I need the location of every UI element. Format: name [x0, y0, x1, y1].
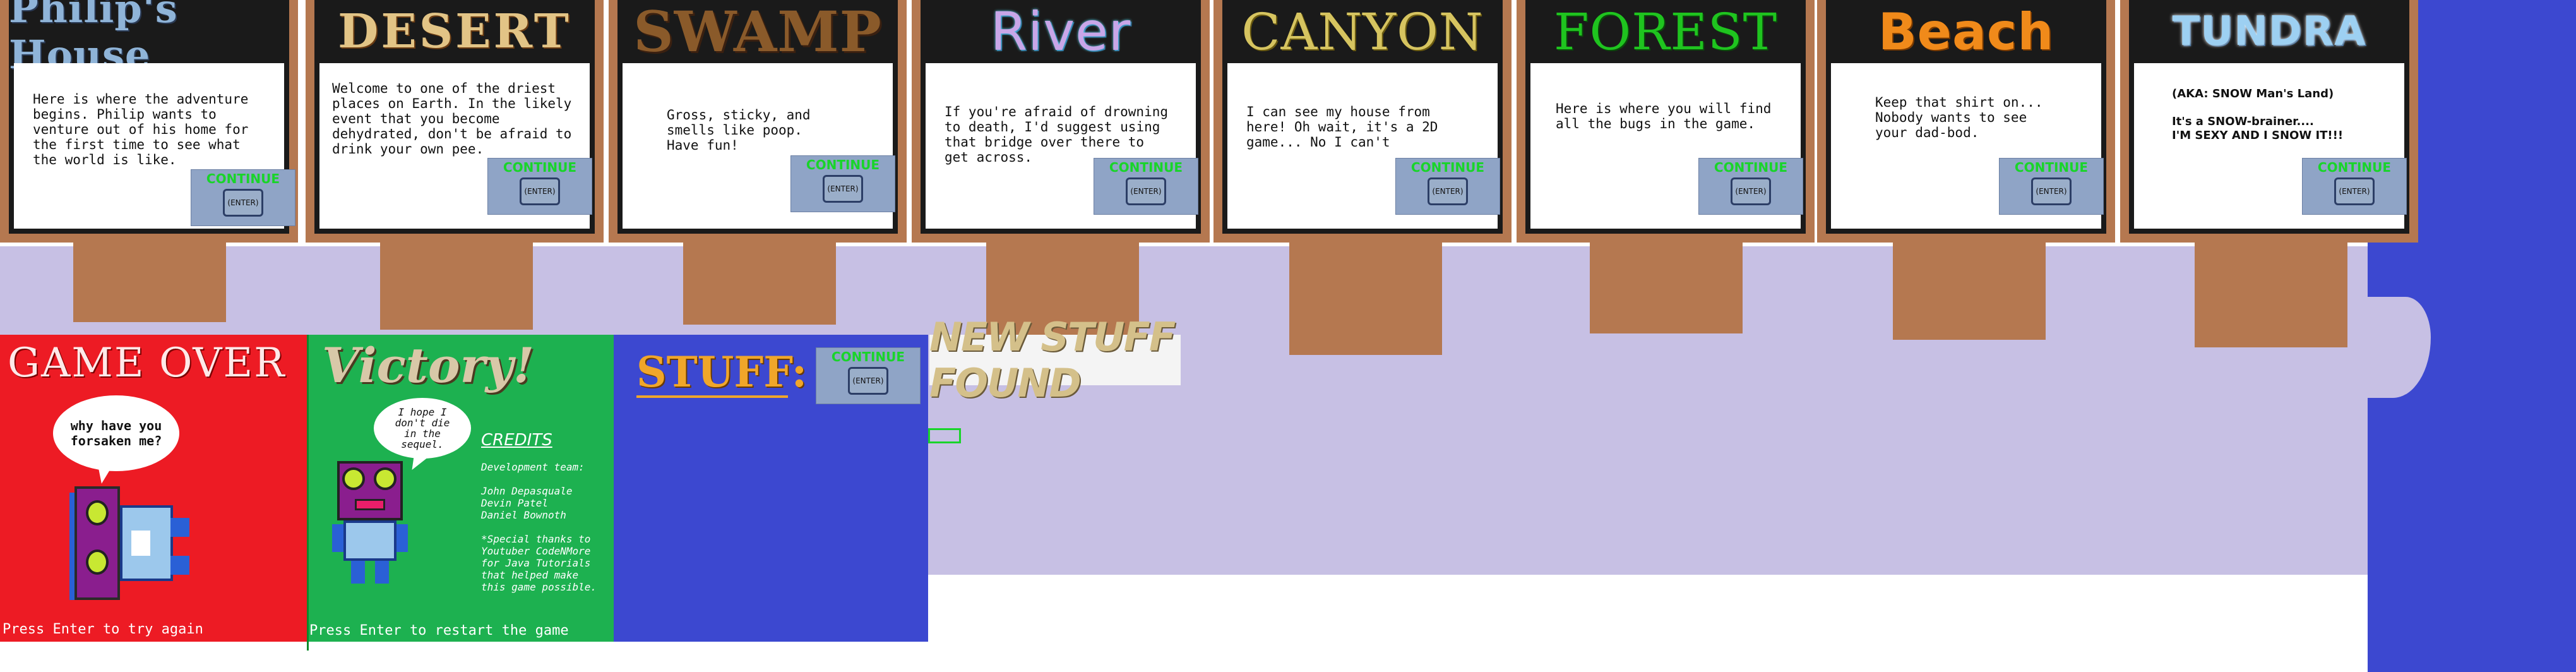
sign-title: FOREST — [1554, 2, 1777, 61]
sign-title: TUNDRA — [2172, 8, 2366, 55]
sign-description: Gross, sticky, and smells like poop. Hav… — [667, 107, 811, 153]
continue-label: CONTINUE — [2317, 160, 2392, 175]
hero-character-sprite — [332, 461, 408, 587]
speech-text: why have you forsaken me? — [70, 418, 162, 448]
continue-button[interactable]: CONTINUE (ENTER) — [2302, 158, 2407, 215]
sign-description: If you're afraid of drowning to death, I… — [945, 104, 1169, 165]
sign-swamp: SWAMP Gross, sticky, and smells like poo… — [609, 0, 907, 243]
sign-description: (AKA: SNOW Man's Land) It's a SNOW-brain… — [2172, 87, 2344, 142]
continue-button[interactable]: CONTINUE (ENTER) — [790, 155, 895, 212]
sign-river: River If you're afraid of drowning to de… — [912, 0, 1210, 243]
continue-label: CONTINUE — [503, 160, 577, 175]
game-over-screen: GAME OVER why have you forsaken me? Pres… — [0, 335, 308, 642]
sign-canyon: CANYON I can see my house from here! Oh … — [1213, 0, 1512, 243]
fallen-character-sprite — [69, 486, 196, 600]
continue-button[interactable]: CONTINUE (ENTER) — [816, 347, 921, 404]
game-over-footer: Press Enter to try again — [3, 621, 203, 637]
continue-button[interactable]: CONTINUE (ENTER) — [1999, 158, 2104, 215]
victory-screen: Victory! I hope I don't die in the seque… — [308, 335, 614, 642]
sign-title: CANYON — [1241, 2, 1484, 61]
sign-tundra: TUNDRA (AKA: SNOW Man's Land) It's a SNO… — [2120, 0, 2418, 243]
sign-board: (AKA: SNOW Man's Land) It's a SNOW-brain… — [2134, 63, 2407, 229]
sign-desert: DESERT Welcome to one of the driest plac… — [306, 0, 604, 243]
enter-key-icon: (ENTER) — [2031, 177, 2072, 205]
enter-key-icon: (ENTER) — [823, 175, 863, 203]
sign-post — [1289, 243, 1442, 355]
sign-description: I can see my house from here! Oh wait, i… — [1246, 104, 1438, 150]
new-stuff-found-banner: NEW STUFF FOUND — [929, 314, 1181, 406]
sign-post — [1893, 243, 2046, 340]
sign-title: SWAMP — [633, 0, 882, 64]
sign-forest: FOREST Here is where you will find all t… — [1517, 0, 1815, 243]
continue-button[interactable]: CONTINUE (ENTER) — [1698, 158, 1803, 215]
continue-button[interactable]: CONTINUE (ENTER) — [1395, 158, 1500, 215]
sign-philips-house: Philip's House Here is where the adventu… — [0, 0, 298, 243]
continue-label: CONTINUE — [831, 349, 905, 364]
stuff-title: STUFF: — [636, 347, 808, 397]
continue-label: CONTINUE — [806, 157, 880, 172]
sign-board: I can see my house from here! Oh wait, i… — [1227, 63, 1500, 229]
sign-post — [73, 243, 226, 322]
continue-label: CONTINUE — [1109, 160, 1183, 175]
continue-label: CONTINUE — [1714, 160, 1788, 175]
selection-box — [928, 428, 961, 443]
enter-key-icon: (ENTER) — [848, 367, 888, 395]
sign-description: Keep that shirt on... Nobody wants to se… — [1875, 95, 2043, 140]
enter-key-icon: (ENTER) — [2334, 177, 2375, 205]
sign-title: River — [990, 1, 1131, 63]
game-over-title: GAME OVER — [8, 340, 286, 387]
speech-bubble: why have you forsaken me? — [53, 395, 179, 471]
sign-board: Welcome to one of the driest places on E… — [319, 63, 592, 229]
enter-key-icon: (ENTER) — [1428, 177, 1468, 205]
continue-label: CONTINUE — [206, 171, 280, 186]
enter-key-icon: (ENTER) — [223, 189, 263, 217]
sign-post — [683, 243, 836, 325]
enter-key-icon: (ENTER) — [1126, 177, 1166, 205]
sign-description: Welcome to one of the driest places on E… — [332, 81, 572, 157]
victory-left-edge — [307, 335, 309, 651]
speech-text: I hope I don't die in the sequel. — [395, 406, 450, 450]
credits-title: CREDITS — [481, 431, 552, 450]
enter-key-icon: (ENTER) — [520, 177, 560, 205]
victory-title: Victory! — [322, 337, 535, 393]
continue-label: CONTINUE — [2014, 160, 2089, 175]
continue-label: CONTINUE — [1410, 160, 1485, 175]
continue-button[interactable]: CONTINUE (ENTER) — [1094, 158, 1198, 215]
sign-board: Gross, sticky, and smells like poop. Hav… — [623, 63, 895, 229]
sign-title: DESERT — [338, 4, 571, 59]
sign-beach: Beach Keep that shirt on... Nobody wants… — [1817, 0, 2115, 243]
continue-button[interactable]: CONTINUE (ENTER) — [191, 169, 295, 226]
enter-key-icon: (ENTER) — [1731, 177, 1771, 205]
sign-board: Here is where the adventure begins. Phil… — [14, 63, 295, 229]
sign-board: If you're afraid of drowning to death, I… — [926, 63, 1198, 229]
sign-title: Beach — [1878, 2, 2054, 61]
sign-description: Here is where you will find all the bugs… — [1556, 101, 1772, 131]
sign-board: Here is where you will find all the bugs… — [1530, 63, 1803, 229]
sign-board: Keep that shirt on... Nobody wants to se… — [1831, 63, 2104, 229]
speech-bubble: I hope I don't die in the sequel. — [374, 398, 471, 459]
sign-post — [2195, 243, 2347, 347]
continue-button[interactable]: CONTINUE (ENTER) — [487, 158, 592, 215]
bubble-tail — [93, 459, 114, 486]
sign-title: Philip's House — [9, 0, 178, 78]
victory-footer: Press Enter to restart the game — [309, 623, 569, 639]
stuff-screen: STUFF: CONTINUE (ENTER) — [614, 335, 928, 642]
sign-description: Here is where the adventure begins. Phil… — [33, 92, 249, 167]
sign-post — [380, 243, 533, 330]
stuff-title-underline — [636, 395, 788, 398]
credits-body: Development team: John Depasquale Devin … — [481, 461, 597, 593]
sign-post — [1590, 243, 1743, 333]
